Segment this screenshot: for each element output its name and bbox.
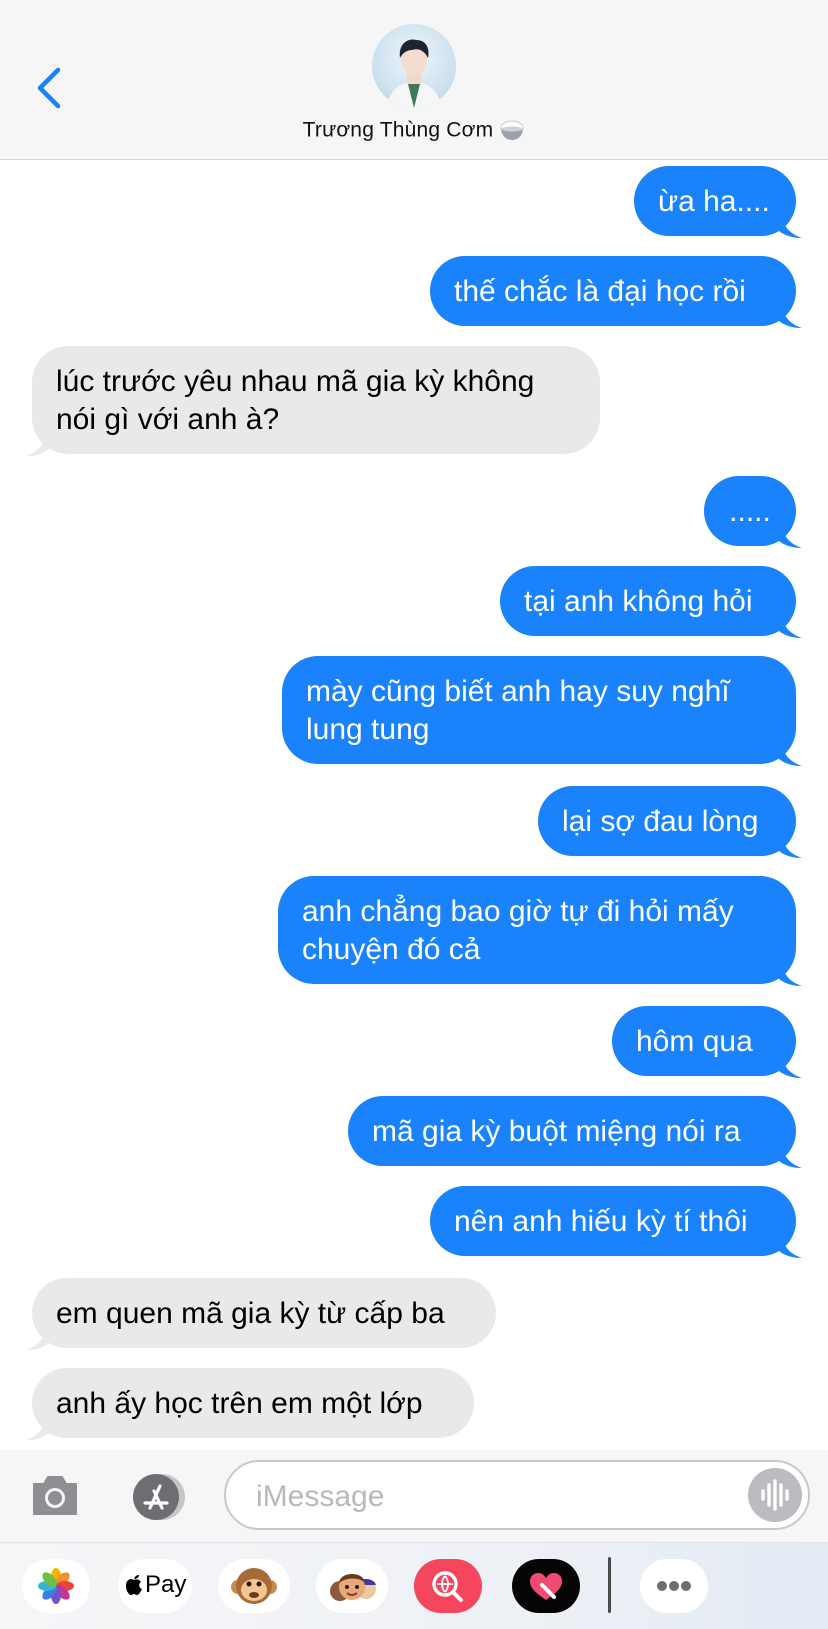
bubble-tail: [778, 960, 802, 986]
message-bubble-outgoing[interactable]: mã gia kỳ buột miệng nói ra: [348, 1096, 796, 1166]
contact-name-text: Trương Thùng Cơm: [302, 118, 494, 142]
bubble-tail: [778, 1052, 802, 1078]
message-text: ừa ha....: [658, 185, 770, 218]
chevron-left-icon: [37, 67, 61, 109]
message-bubble-outgoing[interactable]: mày cũng biết anh hay suy nghĩ lung tung: [282, 656, 796, 764]
digital-touch-app-button[interactable]: [512, 1559, 580, 1613]
message-input-field[interactable]: [224, 1460, 810, 1530]
message-text: anh chẳng bao giờ tự đi hỏi mấy chuyện đ…: [302, 895, 734, 966]
contact-avatar[interactable]: [372, 24, 456, 108]
more-apps-button[interactable]: [640, 1559, 708, 1613]
bubble-tail: [778, 832, 802, 858]
image-search-app-button[interactable]: [414, 1559, 482, 1613]
message-text: mã gia kỳ buột miệng nói ra: [372, 1115, 741, 1148]
voice-message-button[interactable]: [748, 1468, 802, 1522]
drawer-separator: [608, 1557, 611, 1613]
waveform-icon: [761, 1479, 789, 1511]
avatar-portrait: [386, 39, 442, 108]
monkey-memoji-icon: [231, 1568, 277, 1604]
apple-pay-app-button[interactable]: Pay: [118, 1559, 192, 1613]
bubble-tail: [778, 522, 802, 548]
conversation-header: Trương Thùng Cơm: [0, 0, 828, 160]
more-icon: [657, 1581, 691, 1591]
apple-pay-label: Pay: [145, 1571, 187, 1598]
message-bubble-outgoing[interactable]: anh chẳng bao giờ tự đi hỏi mấy chuyện đ…: [278, 876, 796, 984]
message-bubble-outgoing[interactable]: hôm qua: [612, 1006, 796, 1076]
bubble-tail: [26, 1324, 50, 1350]
bubble-tail: [778, 1142, 802, 1168]
message-bubble-incoming[interactable]: lúc trước yêu nhau mã gia kỳ không nói g…: [32, 346, 600, 454]
message-text: thế chắc là đại học rồi: [454, 275, 746, 308]
bubble-tail: [778, 212, 802, 238]
camera-button[interactable]: [30, 1472, 80, 1518]
message-text: tại anh không hỏi: [524, 585, 753, 618]
animoji-app-button[interactable]: [218, 1559, 290, 1613]
bubble-tail: [26, 1414, 50, 1440]
photos-app-button[interactable]: [22, 1559, 90, 1613]
message-bubble-incoming[interactable]: anh ấy học trên em một lớp: [32, 1368, 474, 1438]
memoji-stickers-icon: [330, 1574, 376, 1601]
bubble-tail: [778, 1232, 802, 1258]
rice-bowl-emoji-icon: [500, 120, 524, 141]
message-text: lại sợ đau lòng: [562, 805, 759, 838]
memoji-stickers-app-button[interactable]: [316, 1559, 388, 1613]
message-text: hôm qua: [636, 1025, 753, 1058]
message-bubble-outgoing[interactable]: tại anh không hỏi: [500, 566, 796, 636]
message-thread[interactable]: ừa ha.... thế chắc là đại học rồi lúc tr…: [0, 160, 828, 1450]
bubble-tail: [778, 302, 802, 328]
compose-bar: [0, 1450, 828, 1542]
bubble-tail: [778, 612, 802, 638]
message-bubble-outgoing[interactable]: lại sợ đau lòng: [538, 786, 796, 856]
message-bubble-outgoing[interactable]: thế chắc là đại học rồi: [430, 256, 796, 326]
contact-name[interactable]: Trương Thùng Cơm: [0, 118, 828, 142]
back-button[interactable]: [30, 62, 70, 114]
message-input[interactable]: [254, 1474, 718, 1520]
message-bubble-outgoing[interactable]: nên anh hiếu kỳ tí thôi: [430, 1186, 796, 1256]
image-search-icon: [432, 1571, 463, 1602]
apple-logo-icon: [126, 1575, 142, 1595]
message-bubble-outgoing[interactable]: ừa ha....: [634, 166, 796, 236]
message-text: .....: [729, 495, 771, 528]
digital-touch-icon: [530, 1573, 562, 1600]
message-text: nên anh hiếu kỳ tí thôi: [454, 1205, 748, 1238]
photos-icon: [38, 1568, 74, 1604]
message-text: em quen mã gia kỳ từ cấp ba: [56, 1297, 445, 1330]
bubble-tail: [26, 430, 50, 456]
message-text: anh ấy học trên em một lớp: [56, 1387, 423, 1420]
message-bubble-incoming[interactable]: em quen mã gia kỳ từ cấp ba: [32, 1278, 496, 1348]
bubble-tail: [778, 740, 802, 766]
message-text: mày cũng biết anh hay suy nghĩ lung tung: [306, 675, 730, 746]
message-text: lúc trước yêu nhau mã gia kỳ không nói g…: [56, 365, 535, 436]
app-drawer: Pay: [0, 1542, 828, 1629]
app-store-icon: [133, 1474, 185, 1520]
app-store-button[interactable]: [126, 1472, 190, 1522]
camera-icon: [33, 1476, 77, 1515]
